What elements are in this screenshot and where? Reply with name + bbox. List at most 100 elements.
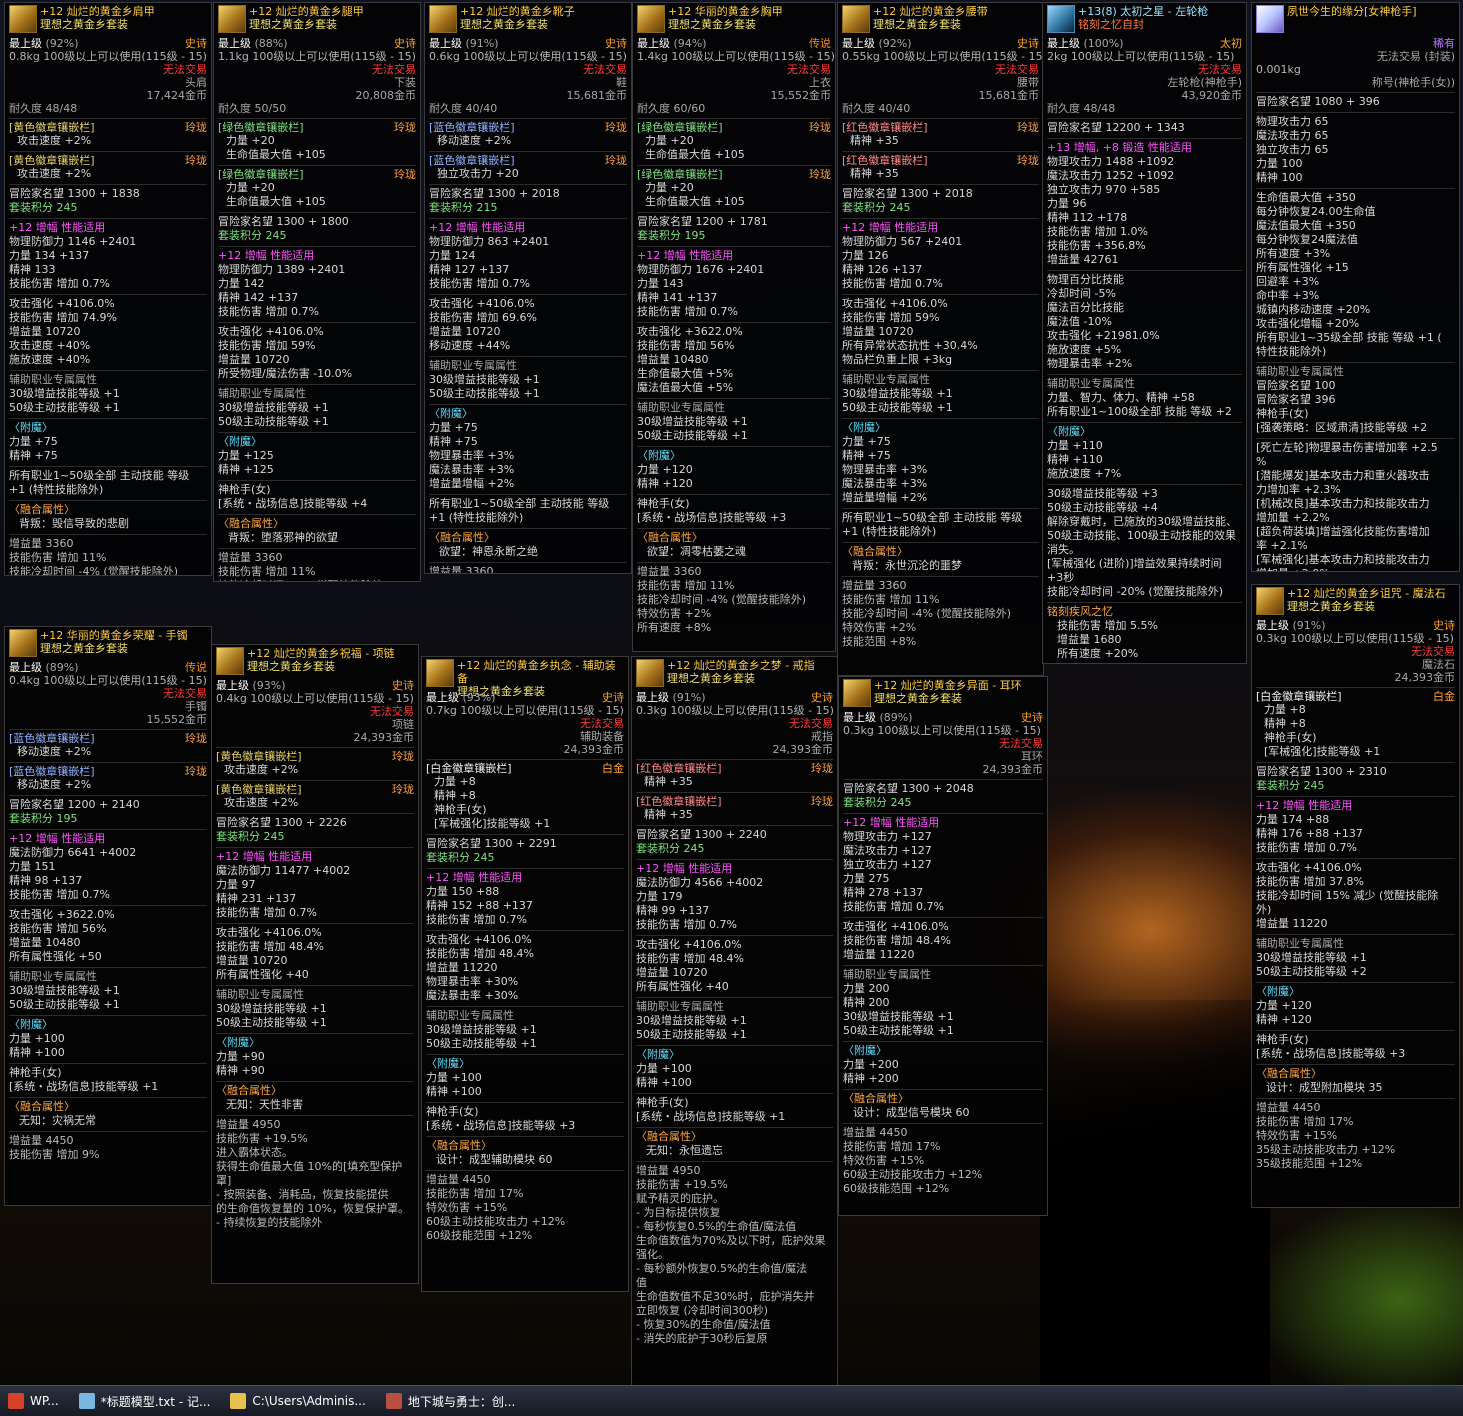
socket-stat: 生命值最大值 +105 [226, 195, 326, 208]
boots-icon [429, 5, 457, 33]
footer-section: 增益量 3360技能伤害 增加 11%技能冷却时间 -4% (觉醒技能除外)特效… [637, 562, 831, 635]
enchant-section: 〈附魔〉 力量 +100 精神 +100 [9, 1015, 207, 1060]
rarity-label: 史诗 [394, 37, 416, 50]
stat-line: 增益量 10480 [9, 936, 81, 949]
item-tooltip-card[interactable]: +13(8) 太初之星 - 左轮枪 铭刻之忆自封 最上级 (100%) 太初 2kg 1… [1042, 2, 1247, 664]
stat-line: 技能伤害 增加 0.7% [216, 906, 317, 919]
stat-line: 精神 98 +137 [9, 874, 83, 887]
taskbar-item-folder[interactable]: C:\Users\Adminis... [222, 1389, 373, 1413]
item-tooltip-card[interactable]: +12 灿烂的黄金乡执念 - 辅助装备 理想之黄金乡套装 最上级 (93%) 史诗 0.… [421, 656, 629, 1292]
stat-section-2: 攻击强化 +4106.0% 技能伤害 增加 59% 增益量 10720 所受物理/魔法… [218, 322, 416, 381]
footer-line: - 为目标提供恢复 [636, 1206, 721, 1219]
taskbar-item-wps[interactable]: WP... [0, 1389, 67, 1413]
footer-line: 技能伤害 +19.5% [636, 1178, 728, 1191]
stat-line: 所有属性强化 +40 [636, 980, 729, 993]
emblem-socket: [黄色徽章镶嵌栏] 玲珑 攻击速度 +2% [216, 780, 414, 810]
item-name: +12 灿烂的黄金乡诅咒 - 魔法石 [1287, 587, 1446, 600]
stat-line: 物理攻击力 +127 [843, 830, 932, 843]
socket-row: [绿色徽章镶嵌栏] 玲珑 [218, 168, 416, 181]
enchant-line: 施放速度 +7% [1047, 467, 1122, 480]
item-set-name: 理想之黄金乡套装 [249, 18, 337, 31]
item-type: 耳环 [1021, 750, 1043, 763]
tooltip-header: +12 灿烂的黄金乡执念 - 辅助装备 理想之黄金乡套装 [426, 659, 624, 698]
item-tooltip-card[interactable]: +12 华丽的黄金乡荣耀 - 手镯 理想之黄金乡套装 最上级 (89%) 传说 0.4k… [4, 626, 212, 1206]
amplify-label: +12 增幅 性能适用 [9, 221, 106, 234]
amplify-label: +12 增幅 性能适用 [636, 862, 733, 875]
item-tooltip-card[interactable]: +12 华丽的黄金乡胸甲 理想之黄金乡套装 最上级 (94%) 传说 1.4kg 100… [632, 2, 836, 652]
support-line: 力量 200 [843, 982, 890, 995]
stat-line: 所有属性强化 +40 [216, 968, 309, 981]
stat-line: 力量 143 [637, 277, 684, 290]
stat-line: 冷却时间 -5% [1047, 287, 1116, 300]
amplify-label: +12 增幅 性能适用 [429, 221, 526, 234]
stat-line: 施放速度 +5% [1047, 343, 1122, 356]
socket-stat: 独立攻击力 +20 [437, 167, 519, 180]
item-set-name: 理想之黄金乡套装 [667, 672, 755, 685]
footer-line: 技能冷却时间 -4% (觉醒技能除外) [637, 593, 806, 606]
stat-line: 力量 275 [843, 872, 890, 885]
item-type: 上衣 [809, 76, 831, 89]
taskbar-item-notepad[interactable]: *标题模型.txt - 记... [71, 1389, 219, 1413]
grade-label: 最上级 [842, 37, 875, 50]
footer-line: 增益量 3360 [9, 537, 74, 550]
item-set-name: 理想之黄金乡套装 [873, 18, 961, 31]
extra-line: [军械强化 (进阶)]增益效果持续时间 [1047, 557, 1222, 570]
fame-section: 冒险家名望 1300 + 2018 套装积分 245 [842, 184, 1039, 215]
enchant-line: 力量 +75 [842, 435, 891, 448]
enchant-line: 魔法暴击率 +3% [429, 463, 515, 476]
item-tooltip-card[interactable]: +12 灿烂的黄金乡异面 - 耳环 理想之黄金乡套装 最上级 (89%) 史诗 0.3k… [838, 676, 1048, 1216]
support-section: 辅助职业专属属性 30级增益技能等级 +1 50级主动技能等级 +1 [9, 967, 207, 1012]
item-tooltip-card[interactable]: +12 灿烂的黄金乡祝福 - 项链 理想之黄金乡套装 最上级 (93%) 史诗 0.4k… [211, 644, 419, 1284]
extra-line: [系统・战场信息]技能等级 +3 [1256, 1047, 1406, 1060]
fame-section: 冒险家名望 1300 + 2048 套装积分 245 [843, 779, 1043, 810]
footer-line: - 消失的庇护于30秒后复原 [636, 1332, 768, 1345]
item-tooltip-card[interactable]: +12 灿烂的黄金乡靴子 理想之黄金乡套装 最上级 (91%) 史诗 0.6kg 100… [424, 2, 632, 574]
grade-label: 最上级 [216, 679, 249, 692]
socket-row: [红色徽章镶嵌栏] 玲珑 [636, 795, 833, 808]
enchant-line: 精神 +90 [216, 1064, 265, 1077]
stat-line: 精神 100 [1256, 171, 1303, 184]
grade-label: 最上级 [637, 37, 670, 50]
amplify-label: +12 增幅 性能适用 [1256, 799, 1353, 812]
stat-line: 力量 124 [429, 249, 476, 262]
support-section: 辅助职业专属属性 力量 200 精神 200 30级增益技能等级 +1 50级主动技能等… [843, 965, 1043, 1038]
stat-line: 施放速度 +40% [9, 353, 91, 366]
item-tooltip-card[interactable]: 夙世今生的缘分[女神枪手] 稀有 无法交易 (封装) 0.001kg 称号(神枪手(女)… [1251, 2, 1460, 572]
enchant-section: 〈附魔〉 力量 +90 精神 +90 [216, 1033, 414, 1078]
enchant-section: 〈附魔〉 力量 +100 精神 +100 [426, 1054, 624, 1099]
stat-line: 技能伤害 增加 56% [637, 339, 735, 352]
footer-section: 增益量 4450 技能伤害 增加 17% 特效伤害 +15% 60级主动技能攻击力 +… [426, 1170, 624, 1243]
amplify-label: +12 增幅 性能适用 [843, 816, 940, 829]
revolver-icon [1047, 5, 1075, 33]
stat-line: 攻击强化 +4106.0% [636, 938, 742, 951]
fame-section: 冒险家名望 1200 + 1781 套装积分 195 [637, 212, 831, 243]
stat-line: 增益量 10720 [216, 954, 288, 967]
fusion-line: 无知：天性非害 [226, 1098, 303, 1111]
item-set-name: 理想之黄金乡套装 [247, 660, 335, 673]
enchant-line: 物理暴击率 +3% [842, 463, 928, 476]
footer-line: 技能伤害 增加 11% [9, 551, 107, 564]
extra-line: +3秒 [1047, 571, 1075, 584]
grade-wrap: 最上级 (91%) [429, 37, 499, 50]
grade-percent: (91%) [1292, 619, 1326, 632]
enchant-line: 力量 +90 [216, 1050, 265, 1063]
item-tooltip-card[interactable]: +12 灿烂的黄金乡之梦 - 戒指 理想之黄金乡套装 最上级 (91%) 史诗 0.3k… [631, 656, 838, 1410]
footer-line: 进入霸体状态。 [216, 1146, 293, 1159]
item-tooltip-card[interactable]: +12 灿烂的黄金乡腿甲 理想之黄金乡套装 最上级 (88%) 史诗 1.1kg 100… [213, 2, 421, 582]
socket-row: [蓝色徽章镶嵌栏] 玲珑 [9, 765, 207, 778]
enchant-line: 〈附魔〉 [216, 1036, 260, 1049]
set-score: 套装积分 245 [636, 842, 705, 855]
adventurer-fame: 冒险家名望 1300 + 2240 [636, 828, 767, 841]
item-price: 20,808金币 [355, 89, 417, 102]
enchant-section: 〈附魔〉 力量 +75 精神 +75 物理暴击率 +3% 魔法暴击率 +3% 增益量增幅 … [842, 418, 1039, 505]
item-tooltip-card[interactable]: +12 灿烂的黄金乡腰带 理想之黄金乡套装 最上级 (92%) 史诗 0.55kg 10… [837, 2, 1044, 676]
item-tooltip-card[interactable]: +12 灿烂的黄金乡诅咒 - 魔法石 理想之黄金乡套装 最上级 (91%) 史诗 0.3… [1251, 584, 1460, 1208]
socket-tag: 玲珑 [185, 732, 207, 745]
tooltip-header: +12 灿烂的黄金乡肩甲 理想之黄金乡套装 [9, 5, 207, 37]
fusion-section: 〈融合属性〉 欲望：凋零枯萎之魂 [637, 528, 831, 559]
stat-line: 力量 142 [218, 277, 265, 290]
item-type: 鞋 [616, 76, 627, 89]
grade-label: 最上级 [843, 711, 876, 724]
taskbar-item-game[interactable]: 地下城与勇士：创... [378, 1389, 523, 1413]
item-tooltip-card[interactable]: +12 灿烂的黄金乡肩甲 理想之黄金乡套装 最上级 (92%) 史诗 0.8kg 100… [4, 2, 212, 576]
